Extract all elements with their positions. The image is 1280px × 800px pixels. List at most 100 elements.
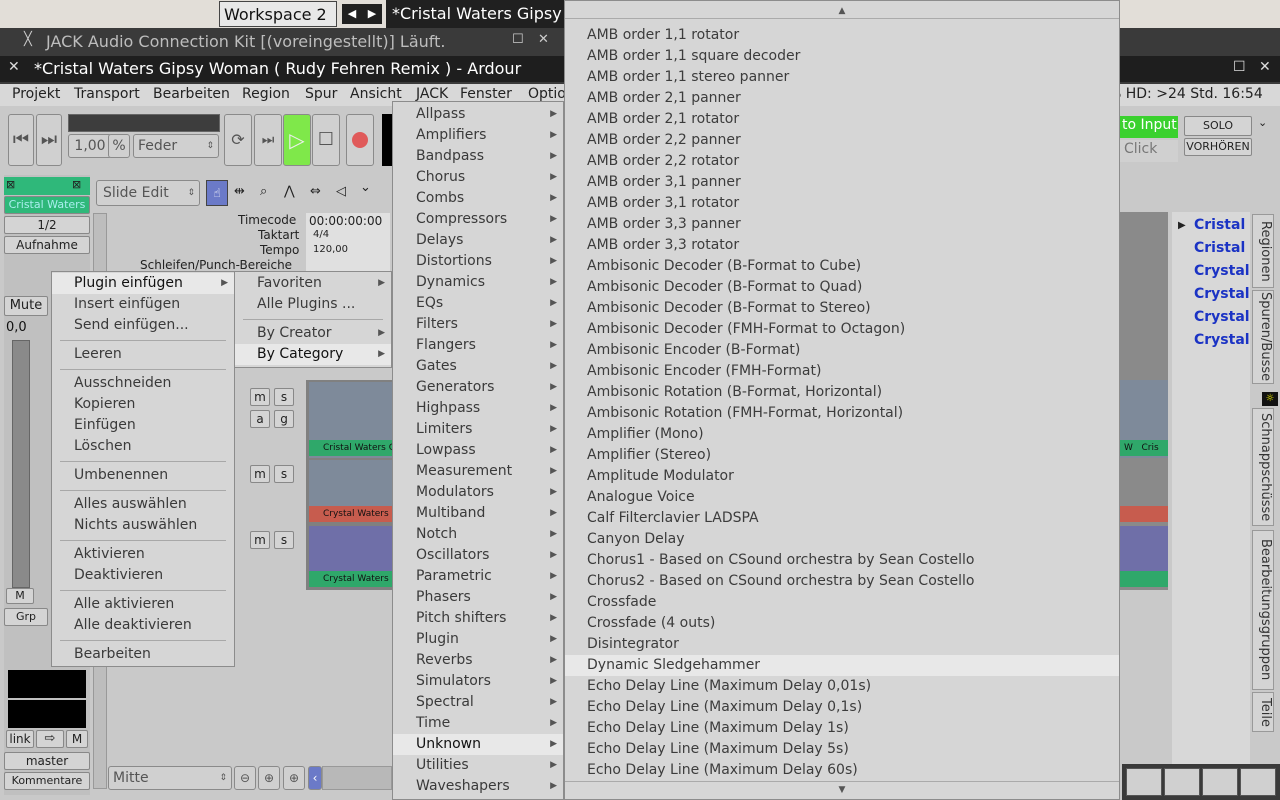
tab-schnappschuesse[interactable]: Schnappschüsse <box>1252 408 1274 526</box>
category-item-modulators[interactable]: Modulators ▶ <box>393 482 563 503</box>
menu-item-kopieren[interactable]: Kopieren <box>52 394 234 415</box>
plugin-item[interactable]: AMB order 3,1 rotator <box>565 193 1119 214</box>
arrow-right-icon[interactable]: ⇨ <box>36 730 64 748</box>
category-item-distortions[interactable]: Distortions ▶ <box>393 251 563 272</box>
zoom-session-icon[interactable]: ⊕ <box>283 766 305 790</box>
category-item-waveshapers[interactable]: Waveshapers ▶ <box>393 776 563 797</box>
plugin-item[interactable]: Dynamic Sledgehammer <box>565 655 1119 676</box>
menu-item-alle-aktivieren[interactable]: Alle aktivieren <box>52 594 234 615</box>
plugin-item[interactable]: Ambisonic Decoder (FMH-Format to Octagon… <box>565 319 1119 340</box>
scroll-left-icon[interactable]: ‹ <box>308 766 322 790</box>
zoom-in-icon[interactable]: ⊕ <box>258 766 280 790</box>
plugin-item[interactable]: AMB order 2,2 panner <box>565 130 1119 151</box>
menu-item-favoriten[interactable]: Favoriten ▶ <box>235 273 391 294</box>
menu-item-insert-einf-gen[interactable]: Insert einfügen <box>52 294 234 315</box>
loop-button[interactable]: ⟳ <box>224 114 252 166</box>
plugin-item[interactable]: Canyon Delay <box>565 529 1119 550</box>
zoom-tool-icon[interactable]: ⌕ <box>260 184 267 199</box>
workspace-prev-icon[interactable]: ◀ <box>342 4 362 24</box>
menu-projekt[interactable]: Projekt <box>12 86 60 102</box>
category-item-parametric[interactable]: Parametric ▶ <box>393 566 563 587</box>
plugin-item[interactable]: Crossfade <box>565 592 1119 613</box>
plugin-item[interactable]: Amplitude Modulator <box>565 466 1119 487</box>
expander-icon[interactable]: ▶ <box>1178 220 1186 231</box>
category-item-measurement[interactable]: Measurement ▶ <box>393 461 563 482</box>
scroll-up-icon[interactable]: ▲ <box>565 3 1119 19</box>
plugin-item[interactable]: AMB order 2,2 rotator <box>565 151 1119 172</box>
strip-width-icon[interactable]: ⊠ <box>6 178 15 191</box>
category-item-limiters[interactable]: Limiters ▶ <box>393 419 563 440</box>
gain-tool-icon[interactable]: ⋀ <box>284 184 295 199</box>
edit-mode-select[interactable]: Slide Edit ⇕ <box>96 180 200 206</box>
plugin-item[interactable]: Echo Delay Line (Maximum Delay 60s) <box>565 760 1119 781</box>
category-item-plugin[interactable]: Plugin ▶ <box>393 629 563 650</box>
category-item-allpass[interactable]: Allpass ▶ <box>393 104 563 125</box>
audition-button[interactable]: VORHÖREN <box>1184 138 1252 156</box>
zoom-focus-select[interactable]: Mitte ⇕ <box>108 766 232 790</box>
shuttle-bar[interactable] <box>68 114 220 132</box>
plugin-item[interactable]: AMB order 3,3 panner <box>565 214 1119 235</box>
menu-region[interactable]: Region <box>242 86 290 102</box>
play-button[interactable]: ▷ <box>283 114 311 166</box>
panel-slot[interactable] <box>1202 768 1238 796</box>
zoom-out-icon[interactable]: ⊖ <box>234 766 256 790</box>
tab-spuren-busse[interactable]: Spuren/Busse <box>1252 290 1274 384</box>
regions-list-item[interactable]: Crystal <box>1194 332 1250 348</box>
category-item-multiband[interactable]: Multiband ▶ <box>393 503 563 524</box>
gain-display[interactable]: 0,0 <box>6 320 27 335</box>
menu-item-deaktivieren[interactable]: Deaktivieren <box>52 565 234 586</box>
menu-item-by-creator[interactable]: By Creator ▶ <box>235 323 391 344</box>
plugin-item[interactable]: Echo Delay Line (Maximum Delay 1s) <box>565 718 1119 739</box>
record-button[interactable] <box>346 114 374 166</box>
plugin-item[interactable]: AMB order 2,1 rotator <box>565 109 1119 130</box>
shuttle-unit[interactable]: % <box>108 134 130 158</box>
category-item-chorus[interactable]: Chorus ▶ <box>393 167 563 188</box>
stretch-tool-icon[interactable]: ⇔ <box>310 184 321 199</box>
regions-list-item[interactable]: Crystal <box>1194 309 1250 325</box>
category-item-gates[interactable]: Gates ▶ <box>393 356 563 377</box>
link-button[interactable]: link <box>6 730 34 748</box>
category-item-spectral[interactable]: Spectral ▶ <box>393 692 563 713</box>
plugin-item[interactable]: Analogue Voice <box>565 487 1119 508</box>
panel-slot[interactable] <box>1164 768 1200 796</box>
menu-item-bearbeiten[interactable]: Bearbeiten <box>52 644 234 665</box>
category-item-highpass[interactable]: Highpass ▶ <box>393 398 563 419</box>
record-mode-button[interactable]: Aufnahme <box>4 236 90 254</box>
plugin-item[interactable]: Ambisonic Decoder (B-Format to Stereo) <box>565 298 1119 319</box>
track-solo-button[interactable]: s <box>274 465 294 483</box>
plugin-item[interactable]: Ambisonic Rotation (FMH-Format, Horizont… <box>565 403 1119 424</box>
plugin-item[interactable]: Echo Delay Line (Maximum Delay 0,1s) <box>565 697 1119 718</box>
category-item-generators[interactable]: Generators ▶ <box>393 377 563 398</box>
horizontal-scrollbar[interactable] <box>322 766 392 790</box>
track-mute-button[interactable]: m <box>250 531 270 549</box>
plugin-item[interactable]: Echo Delay Line (Maximum Delay 0,01s) <box>565 676 1119 697</box>
plugin-item[interactable]: Echo Delay Line (Maximum Delay 5s) <box>565 739 1119 760</box>
click-button[interactable]: Click <box>1120 140 1178 162</box>
plugin-item[interactable]: AMB order 1,1 square decoder <box>565 46 1119 67</box>
category-item-phasers[interactable]: Phasers ▶ <box>393 587 563 608</box>
plugin-item[interactable]: Chorus2 - Based on CSound orchestra by S… <box>565 571 1119 592</box>
grab-tool-icon[interactable]: ☝ <box>206 180 228 206</box>
plugin-item[interactable]: Crossfade (4 outs) <box>565 613 1119 634</box>
menu-bearbeiten[interactable]: Bearbeiten <box>153 86 230 102</box>
audition-tool-icon[interactable]: ◁ <box>336 184 346 199</box>
shuttle-value[interactable]: 1,00 <box>68 134 112 158</box>
strip-close-icon[interactable]: ⊠ <box>72 178 81 191</box>
shuttle-mode-select[interactable]: Feder ⇕ <box>133 134 219 158</box>
scroll-down-icon[interactable]: ▼ <box>565 781 1119 797</box>
plugin-item[interactable]: AMB order 1,1 stereo panner <box>565 67 1119 88</box>
input-button[interactable]: 1/2 <box>4 216 90 234</box>
panner-display[interactable] <box>8 670 86 698</box>
plugin-item[interactable]: AMB order 2,1 panner <box>565 88 1119 109</box>
plugin-item[interactable]: AMB order 1,1 rotator <box>565 25 1119 46</box>
comments-button[interactable]: Kommentare <box>4 772 90 790</box>
goto-start-button[interactable]: ⏮ <box>8 114 34 166</box>
plugin-item[interactable]: Ambisonic Rotation (B-Format, Horizontal… <box>565 382 1119 403</box>
category-item-time[interactable]: Time ▶ <box>393 713 563 734</box>
plugin-item[interactable]: Ambisonic Encoder (B-Format) <box>565 340 1119 361</box>
category-item-amplifiers[interactable]: Amplifiers ▶ <box>393 125 563 146</box>
close-icon[interactable]: ✕ <box>538 32 549 47</box>
goto-end-button[interactable]: ⏭ <box>36 114 62 166</box>
category-item-utilities[interactable]: Utilities ▶ <box>393 755 563 776</box>
maximize-icon[interactable]: ☐ <box>1233 59 1246 75</box>
